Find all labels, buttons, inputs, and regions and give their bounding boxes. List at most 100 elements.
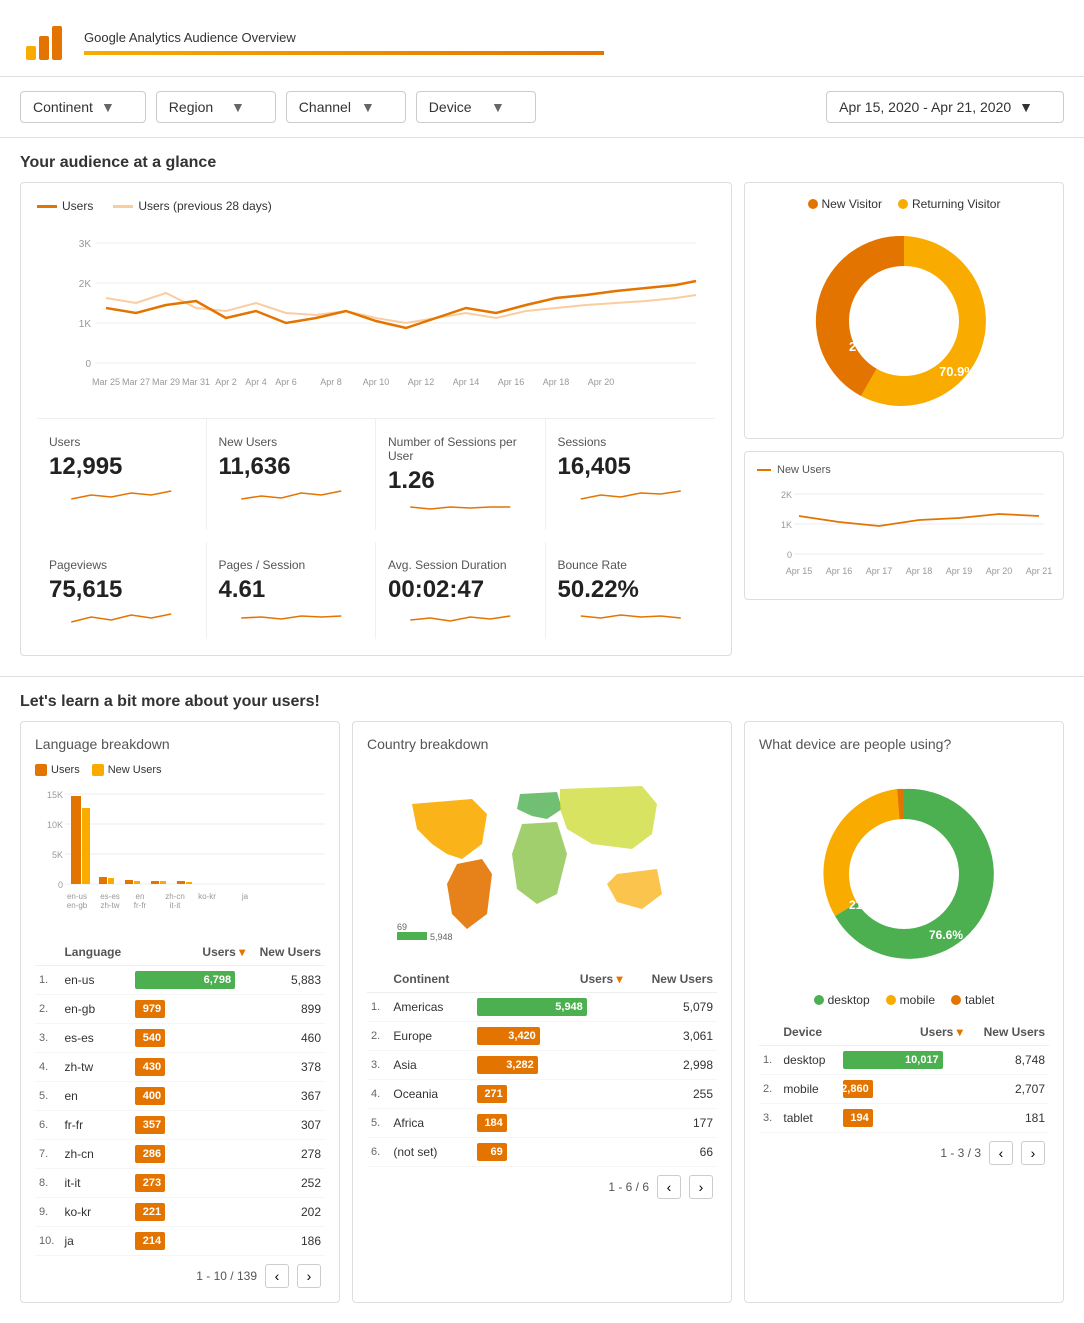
- sparkline-sessions-per-user: [388, 495, 533, 519]
- language-prev-page[interactable]: ‹: [265, 1264, 289, 1288]
- svg-text:5,948: 5,948: [430, 932, 453, 942]
- svg-text:Apr 12: Apr 12: [408, 377, 435, 387]
- device-donut-legend: desktop mobile tablet: [759, 993, 1049, 1007]
- region-filter[interactable]: Region ▼: [156, 91, 276, 123]
- svg-text:Apr 14: Apr 14: [453, 377, 480, 387]
- users-header[interactable]: Users ▾: [131, 939, 249, 966]
- sparkline-sessions: [558, 481, 704, 505]
- language-table: Language Users ▾ New Users 1. en-us 6,79…: [35, 939, 325, 1256]
- world-map-container: 5,948 69: [367, 764, 717, 954]
- table-row: 1. desktop 10,017 8,748: [759, 1046, 1049, 1075]
- svg-text:0: 0: [85, 359, 91, 370]
- device-breakdown-card: What device are people using? 21.9% 76.6…: [744, 721, 1064, 1303]
- chart-legend: Users Users (previous 28 days): [37, 199, 715, 213]
- new-users-bar-color: [92, 764, 104, 776]
- table-row: 3. es-es 540 460: [35, 1024, 325, 1053]
- date-range-filter[interactable]: Apr 15, 2020 - Apr 21, 2020 ▼: [826, 91, 1064, 123]
- sparkline-new-users: [219, 481, 364, 505]
- table-row: 6. (not set) 69 66: [367, 1138, 717, 1167]
- svg-text:29.1%: 29.1%: [849, 339, 886, 354]
- language-next-page[interactable]: ›: [297, 1264, 321, 1288]
- svg-text:en-us: en-us: [67, 892, 87, 901]
- country-next-page[interactable]: ›: [689, 1175, 713, 1199]
- new-visitor-dot: [808, 199, 818, 209]
- language-breakdown-card: Language breakdown Users New Users 15K 1…: [20, 721, 340, 1303]
- svg-text:Apr 18: Apr 18: [906, 566, 933, 576]
- svg-text:ko-kr: ko-kr: [198, 892, 216, 901]
- device-next-page[interactable]: ›: [1021, 1141, 1045, 1165]
- channel-filter[interactable]: Channel ▼: [286, 91, 406, 123]
- table-row: 1. en-us 6,798 5,883: [35, 966, 325, 995]
- tablet-legend: tablet: [951, 993, 994, 1007]
- desktop-legend: desktop: [814, 993, 870, 1007]
- metric-pages-session: Pages / Session 4.61: [207, 542, 377, 639]
- svg-text:en-gb: en-gb: [67, 901, 88, 910]
- page-container: Google Analytics Audience Overview Conti…: [0, 0, 1084, 1323]
- svg-text:Apr 18: Apr 18: [543, 377, 570, 387]
- table-row: 1. Americas 5,948 5,079: [367, 993, 717, 1022]
- device-filter[interactable]: Device ▼: [416, 91, 536, 123]
- legend-users-bar: Users: [35, 764, 80, 776]
- svg-text:Mar 31: Mar 31: [182, 377, 210, 387]
- table-row: 7. zh-cn 286 278: [35, 1140, 325, 1169]
- country-pagination: 1 - 6 / 6 ‹ ›: [367, 1167, 717, 1199]
- new-users-header: New Users: [249, 939, 325, 966]
- table-row: 8. it-it 273 252: [35, 1169, 325, 1198]
- table-row: 6. fr-fr 357 307: [35, 1111, 325, 1140]
- users-header-device[interactable]: Users ▾: [839, 1019, 967, 1046]
- table-row: 3. Asia 3,282 2,998: [367, 1051, 717, 1080]
- device-breakdown-title: What device are people using?: [759, 736, 1049, 752]
- mobile-legend: mobile: [886, 993, 935, 1007]
- svg-text:10K: 10K: [47, 820, 63, 830]
- svg-text:zh-cn: zh-cn: [165, 892, 185, 901]
- table-row: 2. Europe 3,420 3,061: [367, 1022, 717, 1051]
- svg-text:Apr 4: Apr 4: [245, 377, 267, 387]
- line-chart: 3K 2K 1K 0 Mar 25 Mar 27 Mar 29 Mar 31 A…: [37, 223, 715, 403]
- country-breakdown-card: Country breakdown: [352, 721, 732, 1303]
- new-users-header-country: New Users: [627, 966, 717, 993]
- returning-visitor-legend: Returning Visitor: [898, 197, 1001, 211]
- table-row: 5. Africa 184 177: [367, 1109, 717, 1138]
- language-bar-chart: 15K 10K 5K 0 en-us: [35, 784, 325, 924]
- title-block: Google Analytics Audience Overview: [84, 30, 604, 55]
- country-table: Continent Users ▾ New Users 1. Americas …: [367, 966, 717, 1167]
- chevron-down-icon: ▼: [101, 99, 115, 115]
- metric-new-users: New Users 11,636: [207, 419, 377, 530]
- continent-header: Continent: [389, 966, 472, 993]
- svg-text:15K: 15K: [47, 790, 63, 800]
- rank-header-country: [367, 966, 389, 993]
- metric-bounce-rate: Bounce Rate 50.22%: [546, 542, 716, 639]
- metric-pageviews: Pageviews 75,615: [37, 542, 207, 639]
- prev-users-legend-color: [113, 205, 133, 208]
- page-title: Google Analytics Audience Overview: [84, 30, 604, 45]
- svg-text:5K: 5K: [52, 850, 63, 860]
- device-header: Device: [779, 1019, 838, 1046]
- svg-text:1K: 1K: [781, 520, 792, 530]
- bottom-grid: Language breakdown Users New Users 15K 1…: [0, 721, 1084, 1323]
- world-map: 5,948 69: [392, 774, 692, 944]
- svg-text:70.9%: 70.9%: [939, 364, 976, 379]
- svg-text:2K: 2K: [781, 490, 792, 500]
- device-prev-page[interactable]: ‹: [989, 1141, 1013, 1165]
- legend-new-users-bar: New Users: [92, 764, 162, 776]
- continent-filter[interactable]: Continent ▼: [20, 91, 146, 123]
- svg-text:zh-tw: zh-tw: [100, 901, 119, 910]
- svg-text:Mar 25: Mar 25: [92, 377, 120, 387]
- table-row: 2. en-gb 979 899: [35, 995, 325, 1024]
- sparkline-users: [49, 481, 194, 505]
- google-analytics-logo: [20, 18, 68, 66]
- chevron-down-icon: ▼: [361, 99, 375, 115]
- returning-visitor-dot: [898, 199, 908, 209]
- svg-text:Mar 29: Mar 29: [152, 377, 180, 387]
- users-header-country[interactable]: Users ▾: [473, 966, 627, 993]
- svg-text:en: en: [136, 892, 145, 901]
- country-prev-page[interactable]: ‹: [657, 1175, 681, 1199]
- visitor-donut-card: New Visitor Returning Visitor: [744, 182, 1064, 439]
- svg-text:2K: 2K: [79, 279, 92, 290]
- header: Google Analytics Audience Overview: [0, 0, 1084, 77]
- tablet-dot: [951, 995, 961, 1005]
- chevron-down-icon: ▼: [1019, 99, 1033, 115]
- svg-text:76.6%: 76.6%: [929, 928, 963, 942]
- new-users-mini-legend: New Users: [757, 464, 1051, 476]
- table-row: 2. mobile 2,860 2,707: [759, 1075, 1049, 1104]
